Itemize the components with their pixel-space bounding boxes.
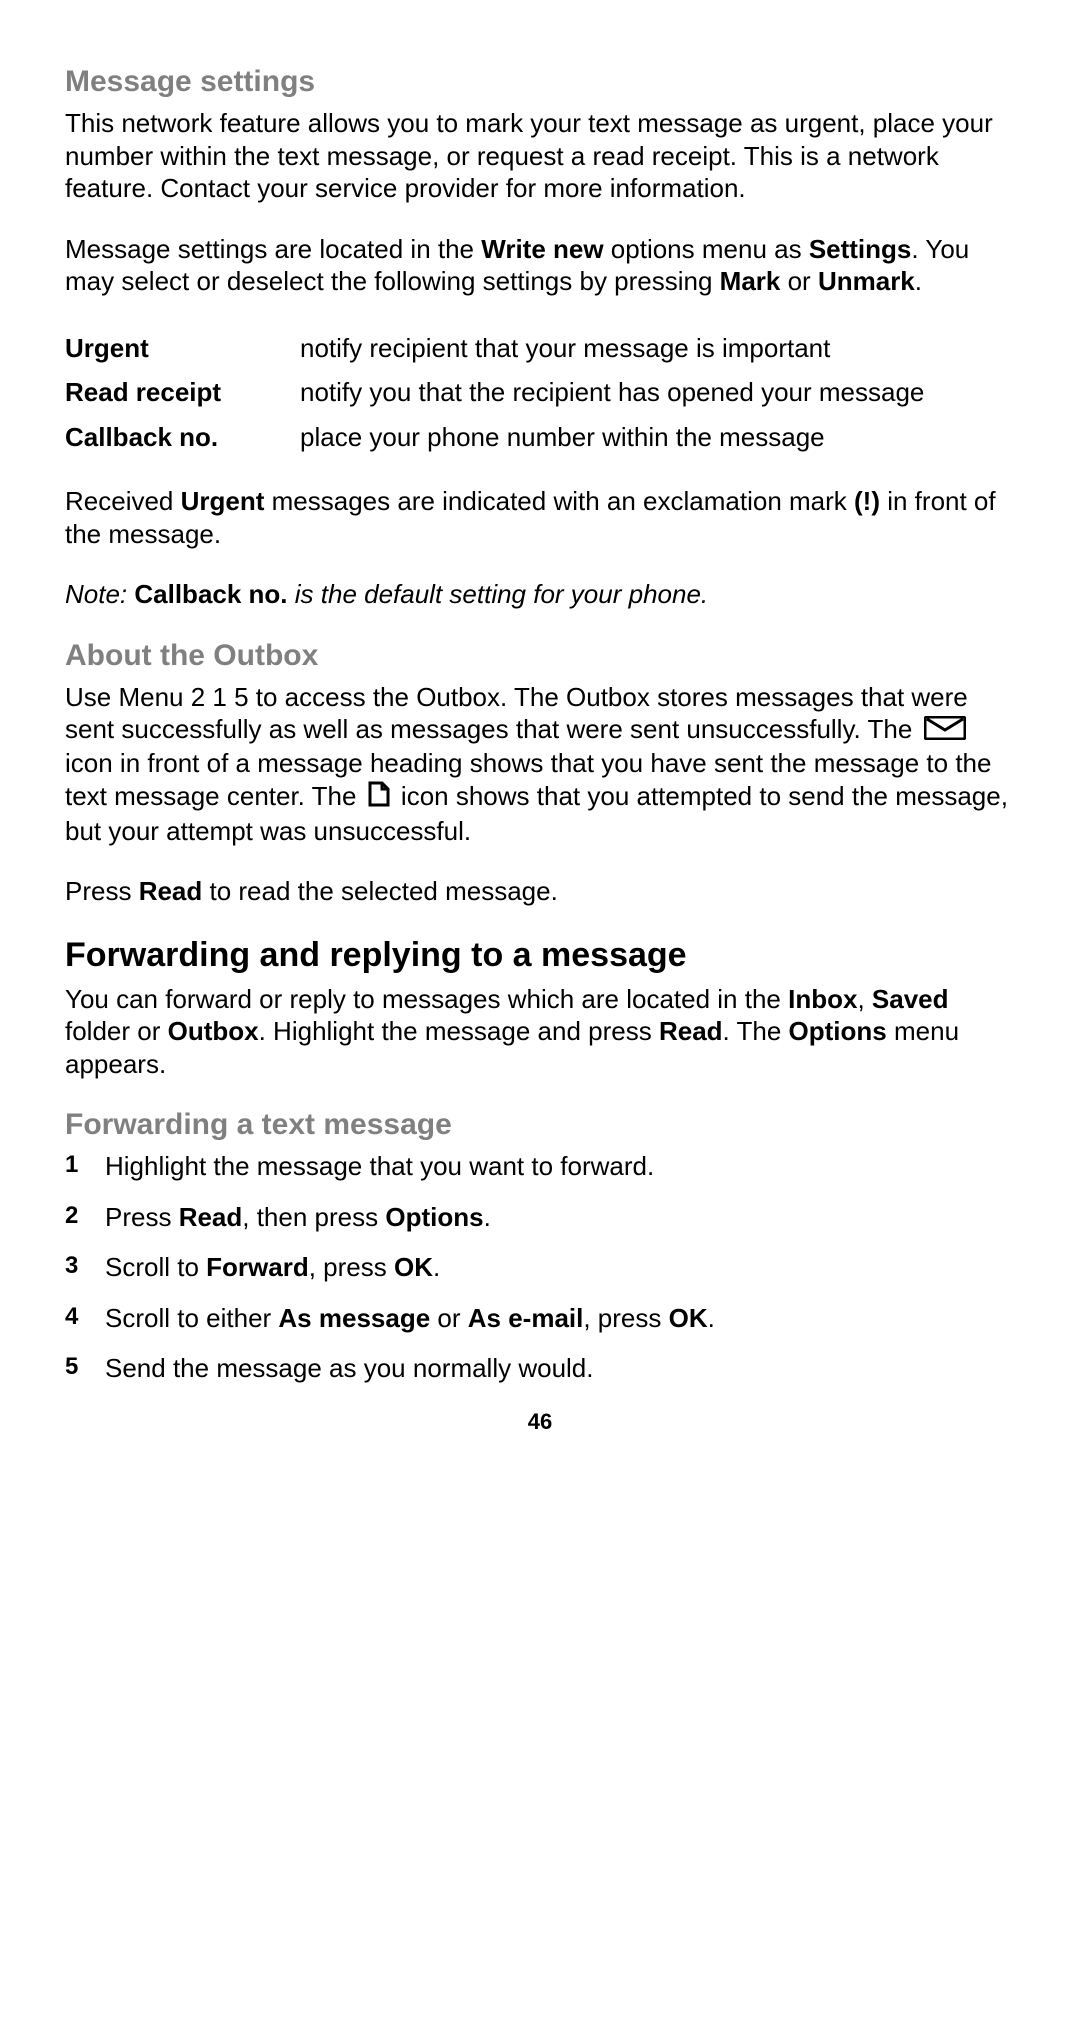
text: Message settings are located in the <box>65 234 481 264</box>
text: . <box>915 266 922 296</box>
text: , <box>857 984 871 1014</box>
text: , press <box>583 1303 668 1333</box>
text-bold: Read <box>139 876 203 906</box>
text: . The <box>723 1016 789 1046</box>
paragraph: Message settings are located in the Writ… <box>65 233 1015 298</box>
table-row: Urgent notify recipient that your messag… <box>65 326 1015 371</box>
list-item: Highlight the message that you want to f… <box>65 1150 1015 1183</box>
text: to read the selected message. <box>202 876 558 906</box>
text: Send the message as you normally would. <box>105 1353 594 1383</box>
paragraph: You can forward or reply to messages whi… <box>65 983 1015 1081</box>
text-bold: Urgent <box>181 486 265 516</box>
text-bold: As e-mail <box>468 1303 584 1333</box>
steps-list: Highlight the message that you want to f… <box>65 1150 1015 1385</box>
heading-message-settings: Message settings <box>65 65 1015 99</box>
text-bold: OK <box>394 1252 433 1282</box>
heading-about-outbox: About the Outbox <box>65 639 1015 673</box>
text: Press <box>105 1202 179 1232</box>
list-item: Press Read, then press Options. <box>65 1201 1015 1234</box>
text-bold: Options <box>789 1016 887 1046</box>
text: folder or <box>65 1016 168 1046</box>
note-prefix: Note: <box>65 579 134 609</box>
text: is the default setting for your phone. <box>288 579 709 609</box>
text: . <box>484 1202 491 1232</box>
text-bold: Forward <box>206 1252 309 1282</box>
settings-table: Urgent notify recipient that your messag… <box>65 326 1015 460</box>
text-bold: Outbox <box>168 1016 259 1046</box>
text: or <box>780 266 818 296</box>
paragraph: Received Urgent messages are indicated w… <box>65 485 1015 550</box>
paragraph: Use Menu 2 1 5 to access the Outbox. The… <box>65 681 1015 848</box>
definition: notify you that the recipient has opened… <box>300 370 1015 415</box>
text-bold: Inbox <box>788 984 857 1014</box>
text: . <box>433 1252 440 1282</box>
text-bold: Write new <box>481 234 603 264</box>
text: Scroll to <box>105 1252 206 1282</box>
text: Highlight the message that you want to f… <box>105 1151 654 1181</box>
text-bold: OK <box>669 1303 708 1333</box>
definition: place your phone number within the messa… <box>300 415 1015 460</box>
paragraph: This network feature allows you to mark … <box>65 107 1015 205</box>
text-bold: (!) <box>854 486 880 516</box>
envelope-icon <box>924 715 966 748</box>
text-bold: Callback no. <box>134 579 287 609</box>
definition: notify recipient that your message is im… <box>300 326 1015 371</box>
text: messages are indicated with an exclamati… <box>264 486 854 516</box>
page-number: 46 <box>65 1409 1015 1435</box>
text: . Highlight the message and press <box>259 1016 659 1046</box>
text-bold: As message <box>278 1303 430 1333</box>
text: , then press <box>242 1202 385 1232</box>
text-bold: Options <box>385 1202 483 1232</box>
text-bold: Read <box>179 1202 243 1232</box>
term: Read receipt <box>65 370 300 415</box>
text-bold: Mark <box>720 266 781 296</box>
list-item: Scroll to either As message or As e-mail… <box>65 1302 1015 1335</box>
text: Press <box>65 876 139 906</box>
text: or <box>430 1303 468 1333</box>
heading-forwarding-replying: Forwarding and replying to a message <box>65 936 1015 975</box>
list-item: Send the message as you normally would. <box>65 1352 1015 1385</box>
text-bold: Settings <box>809 234 912 264</box>
page-icon <box>368 781 390 815</box>
note: Note: Callback no. is the default settin… <box>65 578 1015 611</box>
text-bold: Unmark <box>818 266 915 296</box>
heading-forwarding-text: Forwarding a text message <box>65 1108 1015 1142</box>
text: Received <box>65 486 181 516</box>
text-bold: Saved <box>872 984 949 1014</box>
term: Urgent <box>65 326 300 371</box>
text-bold: Read <box>659 1016 723 1046</box>
text: , press <box>309 1252 394 1282</box>
manual-page: Message settings This network feature al… <box>0 0 1080 1475</box>
list-item: Scroll to Forward, press OK. <box>65 1251 1015 1284</box>
table-row: Read receipt notify you that the recipie… <box>65 370 1015 415</box>
term: Callback no. <box>65 415 300 460</box>
text: . <box>708 1303 715 1333</box>
text: Use Menu 2 1 5 to access the Outbox. The… <box>65 682 968 745</box>
text: You can forward or reply to messages whi… <box>65 984 788 1014</box>
text: Scroll to either <box>105 1303 278 1333</box>
paragraph: Press Read to read the selected message. <box>65 875 1015 908</box>
text: options menu as <box>604 234 809 264</box>
table-row: Callback no. place your phone number wit… <box>65 415 1015 460</box>
